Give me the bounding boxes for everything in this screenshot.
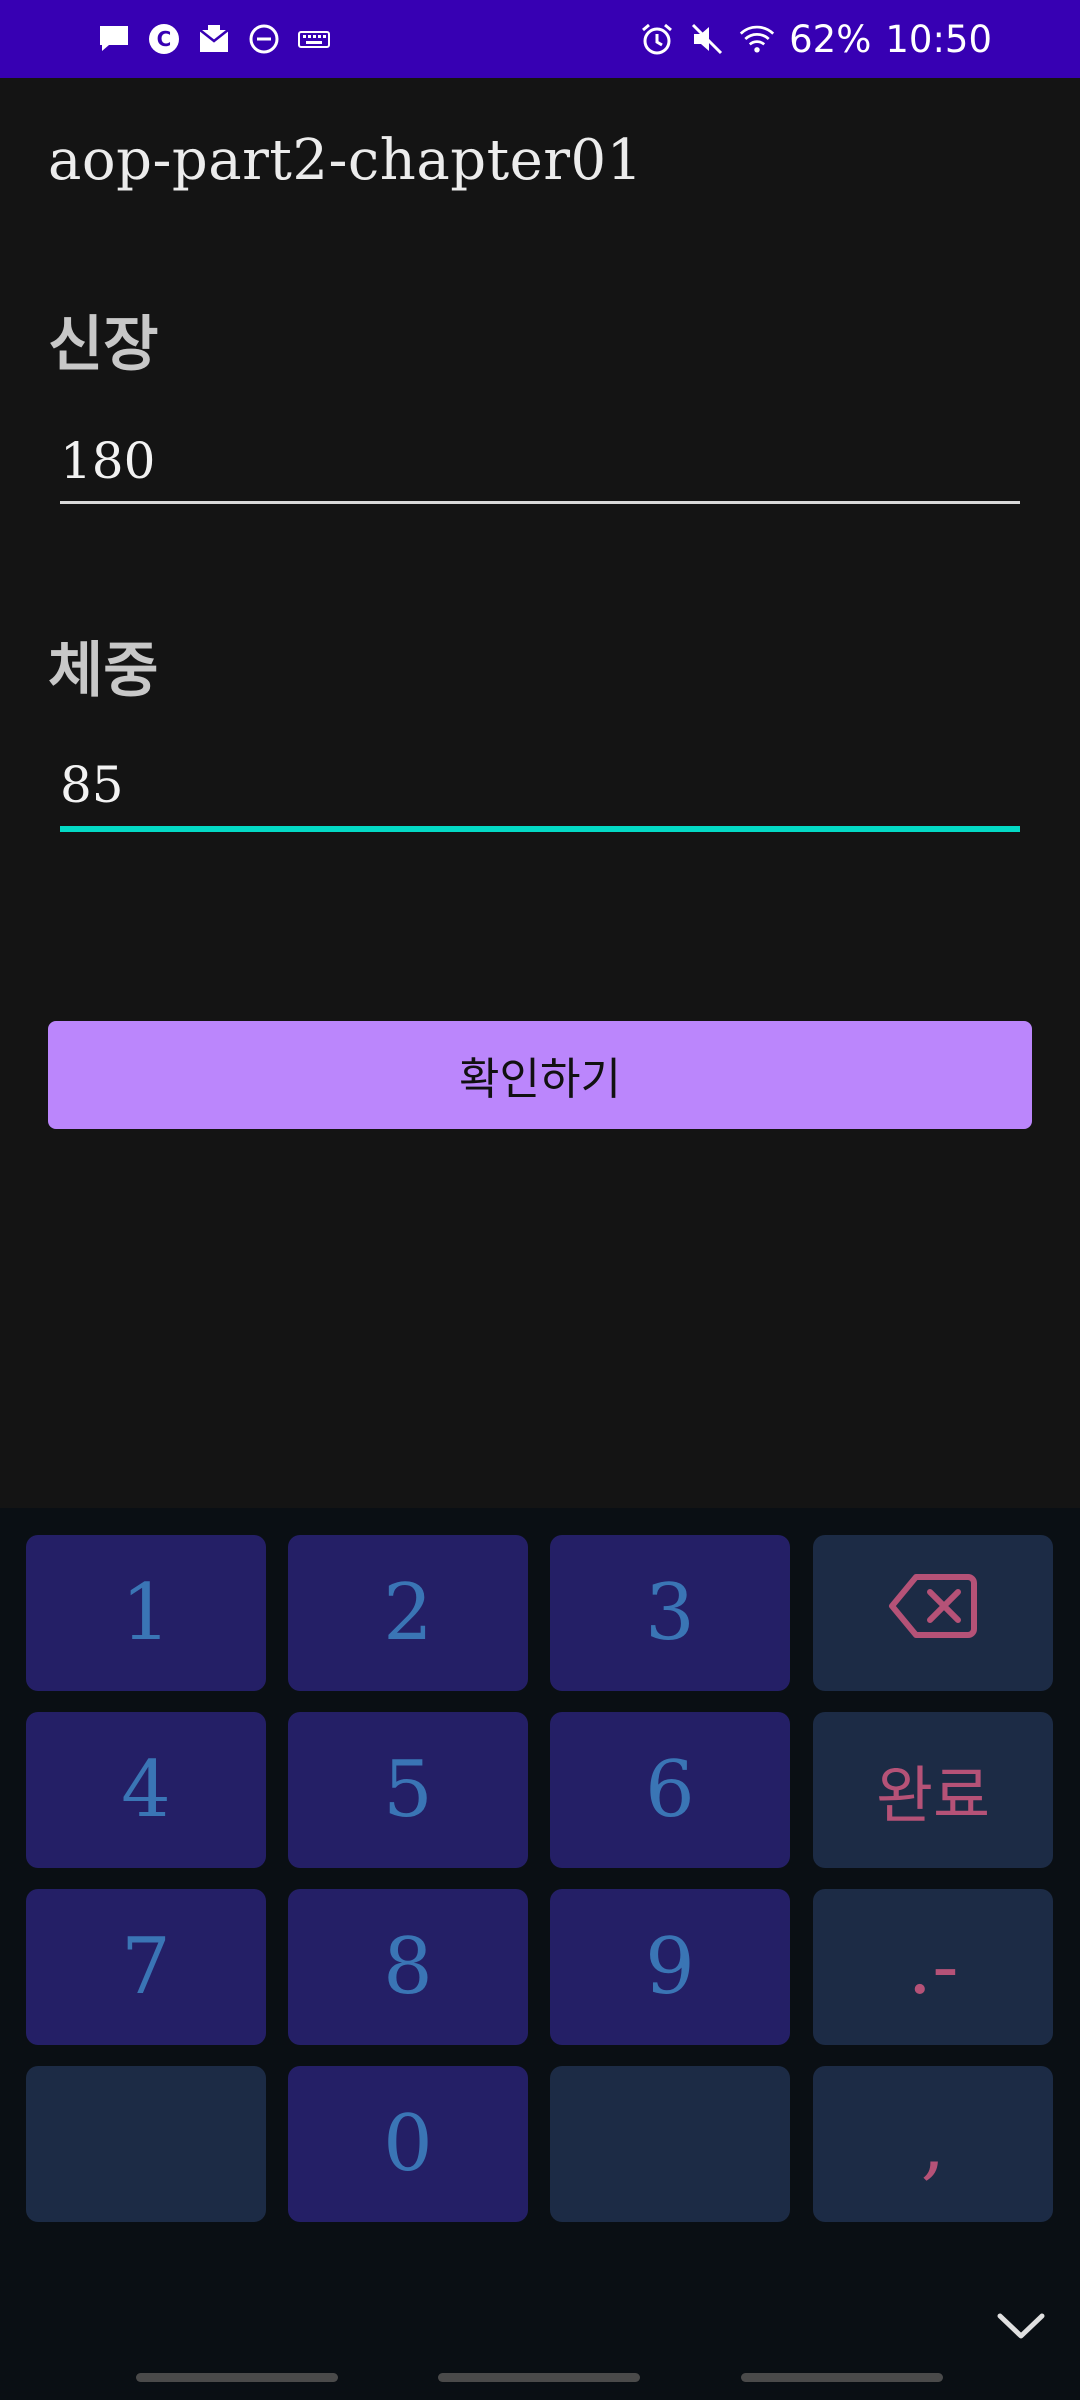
key-3[interactable]: 3 — [550, 1535, 790, 1691]
nav-gesture-right[interactable] — [741, 2373, 943, 2382]
dot-minus-key[interactable]: .- — [813, 1889, 1053, 2045]
nav-gesture-center[interactable] — [438, 2373, 640, 2382]
status-left-icons: C — [96, 0, 332, 78]
height-input-underline — [60, 501, 1020, 504]
numeric-keypad: 1 2 3 4 5 6 완료 7 8 9 .- 0 , — [0, 1508, 1080, 2400]
status-right-icons: 62% 10:50 — [639, 0, 992, 78]
weight-input-underline-focused — [60, 826, 1020, 832]
done-key[interactable]: 완료 — [813, 1712, 1053, 1868]
key-6[interactable]: 6 — [550, 1712, 790, 1868]
mute-icon — [689, 21, 725, 57]
wifi-icon — [739, 21, 775, 57]
blank-key-left — [26, 2066, 266, 2222]
key-8[interactable]: 8 — [288, 1889, 528, 2045]
weight-input[interactable]: 85 — [60, 756, 124, 814]
alarm-icon — [639, 21, 675, 57]
key-2[interactable]: 2 — [288, 1535, 528, 1691]
battery-percent: 62% — [789, 17, 872, 61]
backspace-key[interactable] — [813, 1535, 1053, 1691]
key-7[interactable]: 7 — [26, 1889, 266, 2045]
app-title: aop-part2-chapter01 — [48, 128, 643, 193]
key-9[interactable]: 9 — [550, 1889, 790, 2045]
height-input[interactable]: 180 — [60, 432, 155, 490]
key-4[interactable]: 4 — [26, 1712, 266, 1868]
comma-key[interactable]: , — [813, 2066, 1053, 2222]
backspace-icon — [888, 1568, 978, 1658]
mail-icon — [196, 21, 232, 57]
dnd-icon — [246, 21, 282, 57]
nav-gesture-left[interactable] — [136, 2373, 338, 2382]
chevron-down-icon — [996, 2313, 1046, 2348]
key-0[interactable]: 0 — [288, 2066, 528, 2222]
c-badge-icon: C — [146, 21, 182, 57]
hide-keyboard-button[interactable] — [996, 2308, 1046, 2344]
confirm-button[interactable]: 확인하기 — [48, 1021, 1032, 1129]
height-label: 신장 — [48, 310, 159, 380]
clock: 10:50 — [885, 17, 992, 61]
blank-key-right — [550, 2066, 790, 2222]
keyboard-icon — [296, 21, 332, 57]
svg-text:C: C — [157, 27, 172, 51]
key-5[interactable]: 5 — [288, 1712, 528, 1868]
status-bar: C 62% 10:50 — [0, 0, 1080, 78]
chat-icon — [96, 21, 132, 57]
weight-label: 체중 — [48, 636, 159, 706]
key-1[interactable]: 1 — [26, 1535, 266, 1691]
